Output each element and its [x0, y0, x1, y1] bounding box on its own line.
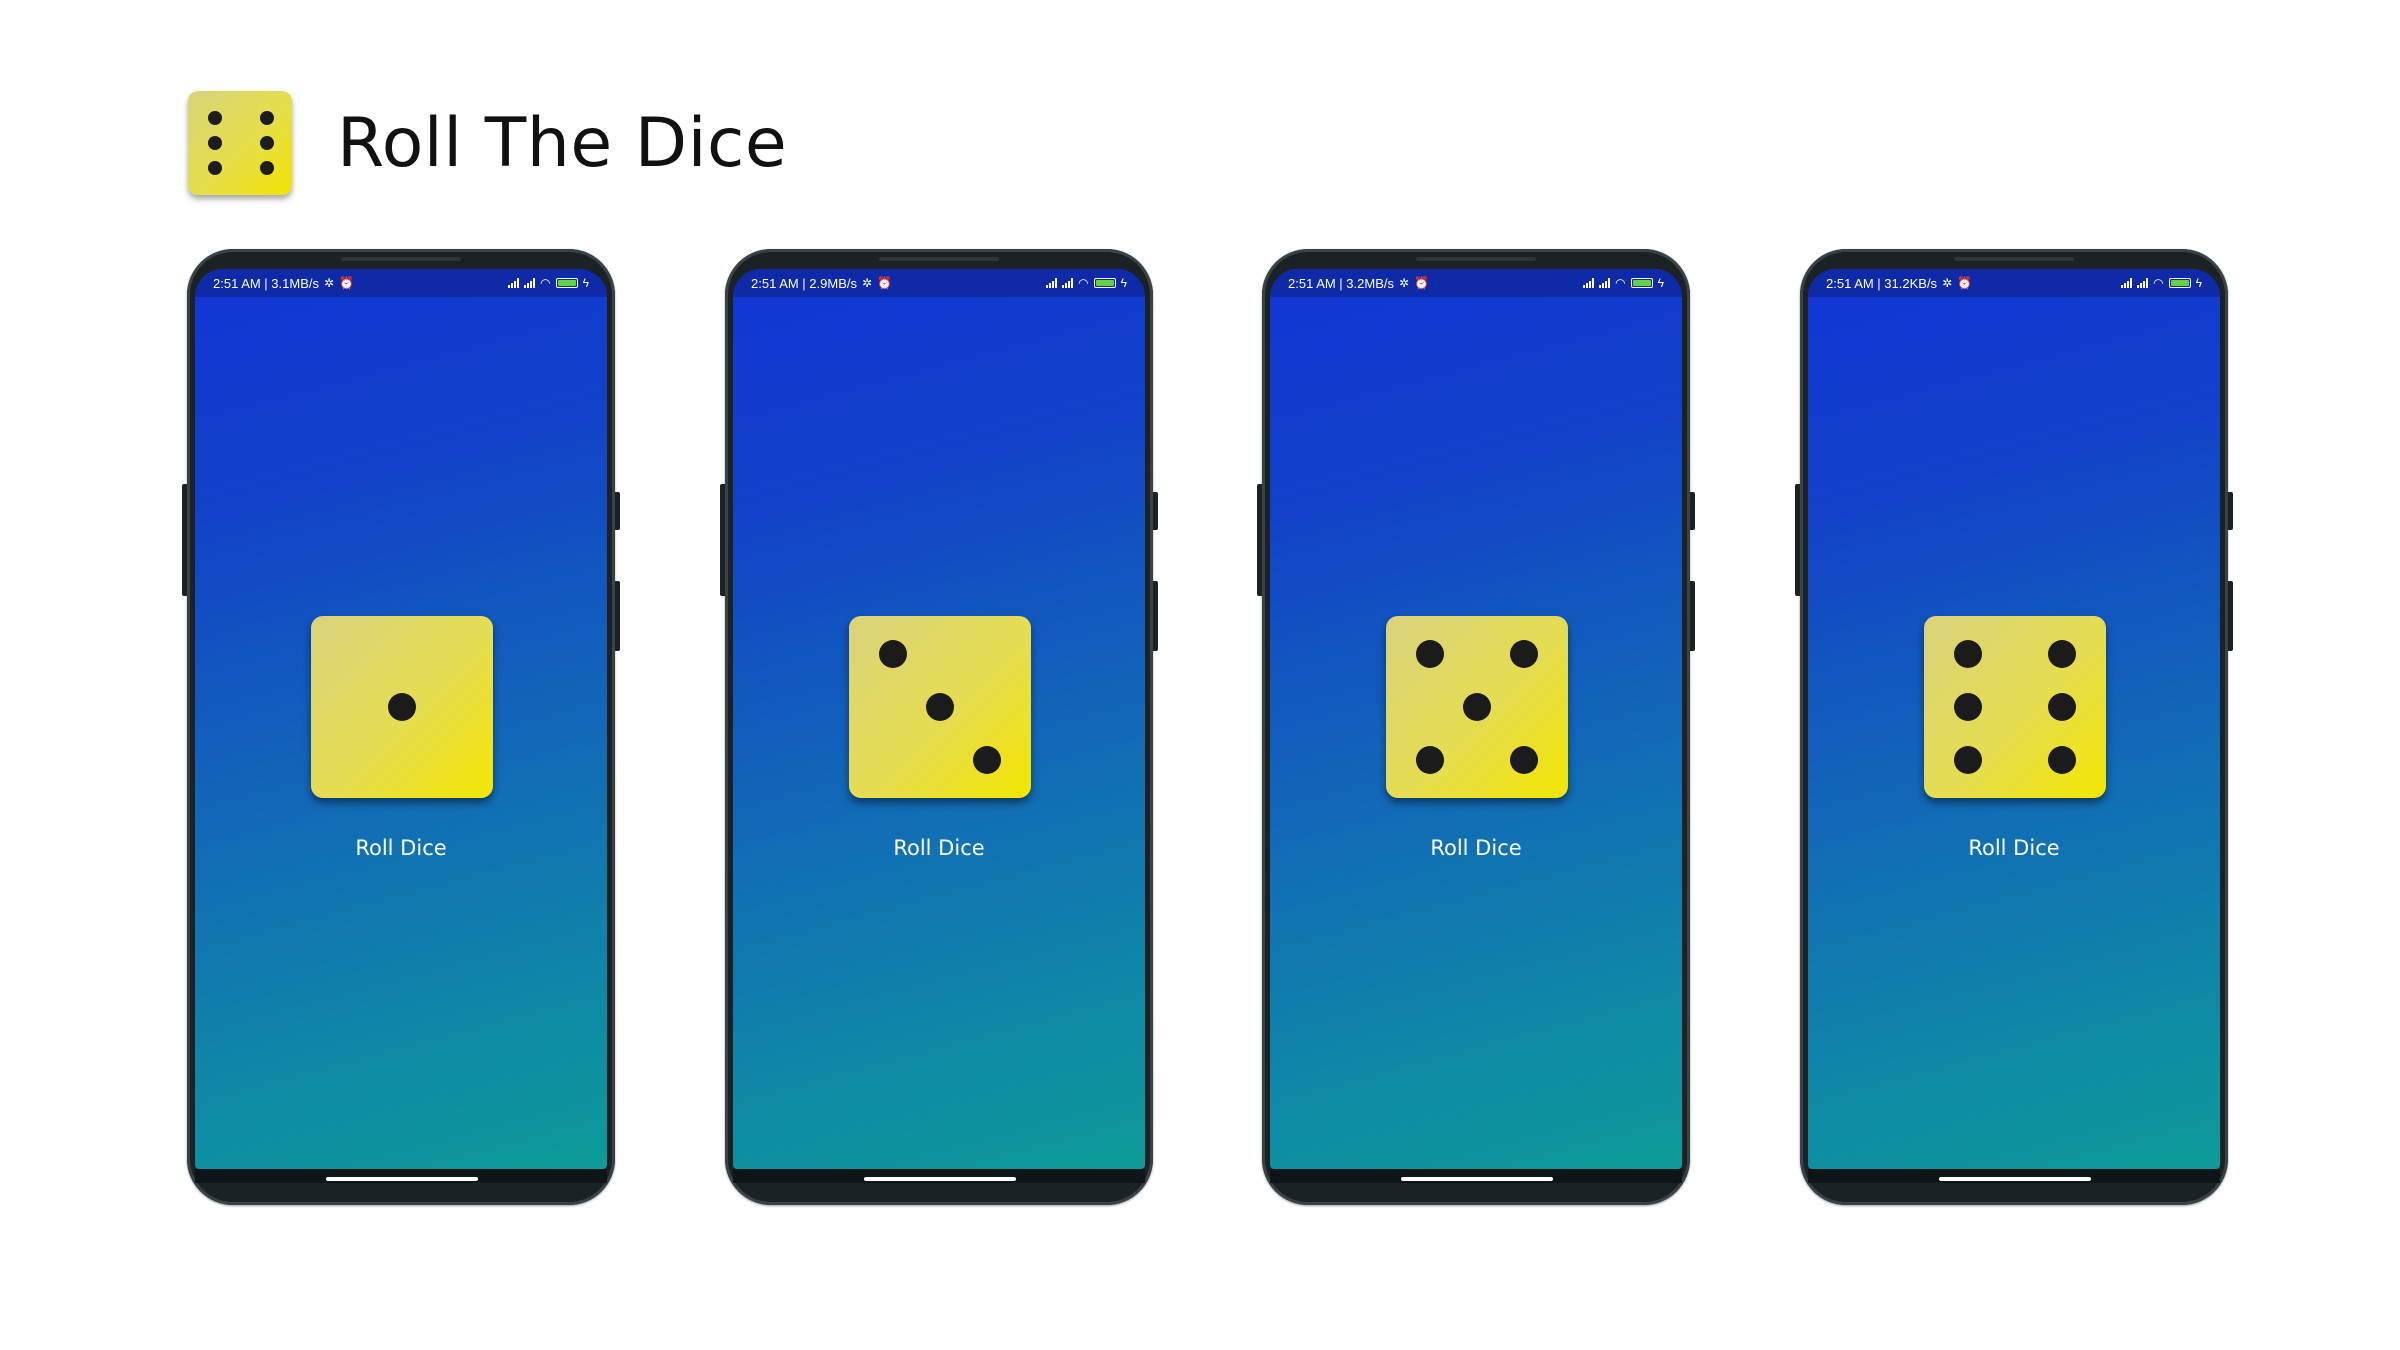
bluetooth-off-icon: ✲	[861, 276, 873, 290]
charging-icon: ϟ	[2195, 276, 2202, 290]
phone-side-button	[615, 581, 620, 651]
charging-icon: ϟ	[582, 276, 589, 290]
battery-icon	[1630, 278, 1653, 288]
status-time-speed: 2:51 AM | 31.2KB/s	[1826, 275, 1938, 291]
app-screen: 2:51 AM | 3.2MB/s ✲ ⏰ ◠ ϟ Roll Dice	[1270, 269, 1682, 1169]
app-screen: 2:51 AM | 31.2KB/s ✲ ⏰ ◠ ϟ Roll Dice	[1808, 269, 2220, 1169]
dice-face-5-image[interactable]	[1386, 616, 1568, 798]
wifi-icon: ◠	[1078, 276, 1089, 290]
dice-pip	[2048, 640, 2077, 669]
dice-pip	[2048, 745, 2077, 774]
dice-pip	[926, 693, 954, 721]
dice-pip	[1953, 745, 1982, 774]
phone-side-button	[1795, 484, 1800, 596]
phone-side-button	[1257, 484, 1262, 596]
phone-mockup-2: 2:51 AM | 2.9MB/s ✲ ⏰ ◠ ϟ Roll Dice	[720, 249, 1158, 1205]
dice-pip	[1510, 745, 1539, 774]
home-indicator[interactable]	[326, 1177, 478, 1181]
status-bar: 2:51 AM | 31.2KB/s ✲ ⏰ ◠ ϟ	[1808, 269, 2220, 297]
header: Roll The Dice	[188, 90, 787, 196]
dice-pip	[1415, 745, 1444, 774]
status-time-speed: 2:51 AM | 2.9MB/s	[751, 275, 857, 291]
phone-speaker	[879, 257, 999, 261]
signal-icon	[1046, 278, 1058, 288]
status-bar: 2:51 AM | 3.2MB/s ✲ ⏰ ◠ ϟ	[1270, 269, 1682, 297]
roll-dice-button[interactable]: Roll Dice	[839, 831, 1039, 865]
wifi-icon: ◠	[2153, 276, 2164, 290]
phone-speaker	[1954, 257, 2074, 261]
signal-icon	[1599, 278, 1611, 288]
status-time-speed: 2:51 AM | 3.1MB/s	[213, 275, 319, 291]
signal-icon	[2121, 278, 2133, 288]
dice-pip	[973, 745, 1002, 774]
bluetooth-off-icon: ✲	[1942, 276, 1953, 290]
signal-icon	[2137, 278, 2149, 288]
phone-side-button	[2228, 492, 2233, 530]
alarm-icon: ⏰	[1957, 276, 1973, 290]
status-time-speed: 2:51 AM | 3.2MB/s	[1288, 275, 1394, 291]
dice-pip	[1510, 640, 1539, 669]
dice-face-3-image[interactable]	[849, 616, 1031, 798]
alarm-icon: ⏰	[1414, 276, 1429, 290]
phone-side-button	[1153, 581, 1158, 651]
roll-dice-button[interactable]: Roll Dice	[1914, 831, 2114, 865]
bluetooth-off-icon: ✲	[1398, 276, 1410, 290]
alarm-icon: ⏰	[339, 276, 354, 290]
battery-icon	[2168, 278, 2191, 288]
dice-pip	[388, 693, 416, 721]
phone-side-button	[1690, 492, 1695, 530]
phone-side-button	[182, 484, 187, 596]
dice-pip	[1953, 640, 1982, 669]
dice-pip	[1953, 693, 1982, 721]
home-indicator[interactable]	[1401, 1177, 1553, 1181]
home-indicator[interactable]	[1939, 1177, 2091, 1181]
phone-side-button	[2228, 581, 2233, 651]
phone-side-button	[1690, 581, 1695, 651]
signal-icon	[1062, 278, 1074, 288]
signal-icon	[508, 278, 520, 288]
signal-icon	[1583, 278, 1595, 288]
status-bar: 2:51 AM | 3.1MB/s ✲ ⏰ ◠ ϟ	[195, 269, 607, 297]
bluetooth-off-icon: ✲	[323, 276, 335, 290]
phone-mockup-1: 2:51 AM | 3.1MB/s ✲ ⏰ ◠ ϟ Roll Dice	[182, 249, 620, 1205]
app-screen: 2:51 AM | 3.1MB/s ✲ ⏰ ◠ ϟ Roll Dice	[195, 269, 607, 1169]
roll-dice-button[interactable]: Roll Dice	[301, 831, 501, 865]
app-screen: 2:51 AM | 2.9MB/s ✲ ⏰ ◠ ϟ Roll Dice	[733, 269, 1145, 1169]
charging-icon: ϟ	[1657, 276, 1664, 290]
phone-speaker	[1416, 257, 1536, 261]
charging-icon: ϟ	[1120, 276, 1127, 290]
alarm-icon: ⏰	[877, 276, 892, 290]
wifi-icon: ◠	[540, 276, 551, 290]
dice-face-1-image[interactable]	[311, 616, 493, 798]
status-bar: 2:51 AM | 2.9MB/s ✲ ⏰ ◠ ϟ	[733, 269, 1145, 297]
phone-mockup-3: 2:51 AM | 3.2MB/s ✲ ⏰ ◠ ϟ Roll Dice	[1257, 249, 1695, 1205]
dice-face-6-image[interactable]	[1924, 616, 2106, 798]
dice-pip	[1415, 640, 1444, 669]
dice-pip	[1463, 693, 1491, 721]
phone-speaker	[341, 257, 461, 261]
dice-pip	[2048, 693, 2077, 721]
battery-icon	[555, 278, 578, 288]
dice-pip	[878, 640, 907, 669]
signal-icon	[524, 278, 536, 288]
home-indicator[interactable]	[864, 1177, 1016, 1181]
wifi-icon: ◠	[1615, 276, 1626, 290]
roll-dice-button[interactable]: Roll Dice	[1376, 831, 1576, 865]
page-title: Roll The Dice	[337, 103, 788, 183]
phone-side-button	[1153, 492, 1158, 530]
phone-side-button	[720, 484, 725, 596]
phone-mockup-4: 2:51 AM | 31.2KB/s ✲ ⏰ ◠ ϟ Roll Dice	[1795, 249, 2233, 1205]
dice-logo-icon	[188, 91, 292, 195]
phone-side-button	[615, 492, 620, 530]
battery-icon	[1093, 278, 1116, 288]
